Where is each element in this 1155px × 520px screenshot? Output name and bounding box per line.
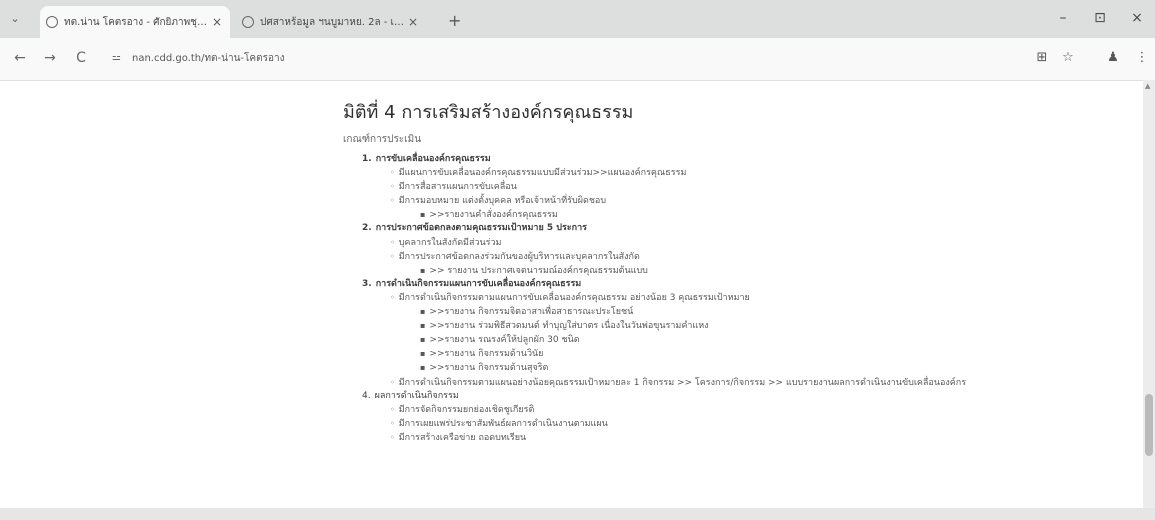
back-button[interactable]: ← xyxy=(11,50,29,66)
criteria-item: มีการสื่อสารแผนการขับเคลื่อน xyxy=(362,180,1062,194)
criteria-item: มีการเผยแพร่ประชาสัมพันธ์ผลการดำเนินงานต… xyxy=(362,417,1062,431)
criteria-list: 1.การขับเคลื่อนองค์กรคุณธรรมมีแผนการขับเ… xyxy=(362,153,1062,445)
criteria-text: การประกาศข้อตกลงตามคุณธรรมเป้าหมาย 5 ประ… xyxy=(375,223,587,234)
criteria-number: 4. xyxy=(362,390,371,401)
report-link[interactable]: >> รายงาน ประกาศเจตนารมณ์องค์กรคุณธรรมต้… xyxy=(362,264,1062,278)
download-shelf xyxy=(0,508,1155,520)
tab-close-button[interactable]: × xyxy=(406,15,420,29)
page-subtitle: เกณฑ์การประเมิน xyxy=(343,134,422,145)
reload-button[interactable]: C xyxy=(72,50,90,66)
criteria-item: มีการดำเนินกิจกรรมตามแผนการขับเคลื่อนองค… xyxy=(362,291,1062,305)
criteria-text: มีการเผยแพร่ประชาสัมพันธ์ผลการดำเนินงานต… xyxy=(398,418,608,429)
criteria-item: มีแผนการขับเคลื่อนองค์กรคุณธรรมแบบมีส่วน… xyxy=(362,166,1062,180)
criteria-text: มีการสร้างเครือข่าย ถอดบทเรียน xyxy=(398,432,527,443)
profile-icon[interactable]: ♟ xyxy=(1104,50,1122,65)
globe-icon xyxy=(46,16,58,28)
criteria-text: ผลการดำเนินกิจกรรม xyxy=(374,390,459,401)
tab-title: ปศสาหร้อมูล ฯนบูมาหย. 2ล - เว็บไว xyxy=(260,16,406,28)
page-content: มิติที่ 4 การเสริมสร้างองค์กรคุณธรรม เกณ… xyxy=(0,80,1143,508)
criteria-item: มีการสร้างเครือข่าย ถอดบทเรียน xyxy=(362,431,1062,445)
report-link[interactable]: >>รายงานคำสั่งองค์กรคุณธรรม xyxy=(362,208,1062,222)
translate-icon[interactable]: ⊞ xyxy=(1033,50,1051,65)
tab-active[interactable]: ทต.น่าน โคตรอาง - ศักยิภาพชุมชน × xyxy=(40,6,230,38)
criteria-text: มีการดำเนินกิจกรรมตามแผนอย่างน้อยคุณธรรม… xyxy=(398,377,967,388)
criteria-item: มีการมอบหมาย แต่งตั้งบุคคล หรือเจ้าหน้าท… xyxy=(362,194,1062,208)
criteria-text: มีการมอบหมาย แต่งตั้งบุคคล หรือเจ้าหน้าท… xyxy=(398,196,607,207)
criteria-text: มีการประกาศข้อตกลงร่วมกันของผู้บริหารและ… xyxy=(398,251,640,262)
minimize-button[interactable]: – xyxy=(1053,10,1073,26)
criteria-text: มีการจัดกิจกรรมยกย่องเชิดชูเกียรติ xyxy=(398,404,535,415)
report-link[interactable]: >>รายงาน กิจกรรมด้านสุจริต xyxy=(362,361,1062,375)
new-tab-button[interactable]: + xyxy=(448,11,461,30)
forward-button[interactable]: → xyxy=(41,50,59,66)
criteria-text: มีแผนการขับเคลื่อนองค์กรคุณธรรมแบบมีส่วน… xyxy=(398,168,687,179)
scrollbar-thumb[interactable] xyxy=(1145,394,1153,456)
criteria-text: >>รายงานคำสั่งองค์กรคุณธรรม xyxy=(429,210,558,221)
criteria-text: >>รายงาน กิจกรรมด้านสุจริต xyxy=(429,363,549,374)
menu-icon[interactable]: ⋮ xyxy=(1133,50,1151,65)
tab-close-button[interactable]: × xyxy=(210,15,224,29)
report-link[interactable]: >>รายงาน กิจกรรมจิตอาสาเพื่อสาธารณะประโย… xyxy=(362,305,1062,319)
criteria-text: มีการดำเนินกิจกรรมตามแผนการขับเคลื่อนองค… xyxy=(398,292,750,303)
site-info-icon[interactable]: ⚍ xyxy=(112,52,121,63)
criteria-text: >>รายงาน ร่วมพิธีสวดมนต์ ทำบุญใส่บาตร เน… xyxy=(429,321,709,332)
criteria-text: การดำเนินกิจกรรมแผนการขับเคลื่อนองค์กรคุ… xyxy=(375,278,582,289)
page-title: มิติที่ 4 การเสริมสร้างองค์กรคุณธรรม xyxy=(343,102,634,123)
criteria-text: >> รายงาน ประกาศเจตนารมณ์องค์กรคุณธรรมต้… xyxy=(429,265,648,276)
criteria-text: >>รายงาน กิจกรรมด้านวินัย xyxy=(429,349,544,360)
criteria-item: มีการประกาศข้อตกลงร่วมกันของผู้บริหารและ… xyxy=(362,250,1062,264)
criteria-item: มีการจัดกิจกรรมยกย่องเชิดชูเกียรติ xyxy=(362,403,1062,417)
criteria-text: การขับเคลื่อนองค์กรคุณธรรม xyxy=(375,154,491,164)
scroll-up-icon[interactable]: ▲ xyxy=(1145,82,1150,90)
criteria-number: 1. xyxy=(362,154,372,164)
criteria-number: 2. xyxy=(362,223,372,234)
criteria-item: มีการดำเนินกิจกรรมตามแผนอย่างน้อยคุณธรรม… xyxy=(362,376,1020,390)
criteria-heading: 2. การประกาศข้อตกลงตามคุณธรรมเป้าหมาย 5 ป… xyxy=(362,222,1062,235)
window-close-button[interactable]: × xyxy=(1127,10,1147,26)
report-link[interactable]: >>รายงาน รณรงค์ให้ปลูกผัก 30 ชนิด xyxy=(362,333,1062,347)
criteria-text: บุคลากรในสังกัดมีส่วนร่วม xyxy=(398,237,502,248)
tab-inactive[interactable]: ปศสาหร้อมูล ฯนบูมาหย. 2ล - เว็บไว × xyxy=(236,6,426,38)
criteria-heading: 3. การดำเนินกิจกรรมแผนการขับเคลื่อนองค์กร… xyxy=(362,278,1062,291)
report-link[interactable]: >>รายงาน กิจกรรมด้านวินัย xyxy=(362,347,1062,361)
address-bar[interactable]: nan.cdd.go.th/ทต-น่าน-โคตรอาง xyxy=(132,51,284,66)
criteria-heading: 1. การขับเคลื่อนองค์กรคุณธรรม xyxy=(362,153,1062,166)
report-link[interactable]: >>รายงาน ร่วมพิธีสวดมนต์ ทำบุญใส่บาตร เน… xyxy=(362,319,1062,333)
criteria-item: บุคลากรในสังกัดมีส่วนร่วม xyxy=(362,236,1062,250)
browser-toolbar: ← → C ⚍ nan.cdd.go.th/ทต-น่าน-โคตรอาง ⊞ … xyxy=(0,38,1155,81)
globe-icon xyxy=(242,16,254,28)
criteria-text: >>รายงาน กิจกรรมจิตอาสาเพื่อสาธารณะประโย… xyxy=(429,307,634,318)
page-scrollbar[interactable]: ▲ xyxy=(1143,80,1155,508)
tab-strip: ⌄ ทต.น่าน โคตรอาง - ศักยิภาพชุมชน × ปศสา… xyxy=(0,0,1155,38)
criteria-number: 3. xyxy=(362,278,372,289)
maximize-button[interactable]: ⊡ xyxy=(1090,10,1110,26)
tab-title: ทต.น่าน โคตรอาง - ศักยิภาพชุมชน xyxy=(64,16,210,28)
criteria-text: มีการสื่อสารแผนการขับเคลื่อน xyxy=(398,182,517,193)
criteria-heading: 4. ผลการดำเนินกิจกรรม xyxy=(362,390,1062,403)
tab-search-button[interactable]: ⌄ xyxy=(8,12,22,25)
bookmark-star-icon[interactable]: ☆ xyxy=(1059,50,1077,65)
criteria-text: >>รายงาน รณรงค์ให้ปลูกผัก 30 ชนิด xyxy=(429,335,580,346)
